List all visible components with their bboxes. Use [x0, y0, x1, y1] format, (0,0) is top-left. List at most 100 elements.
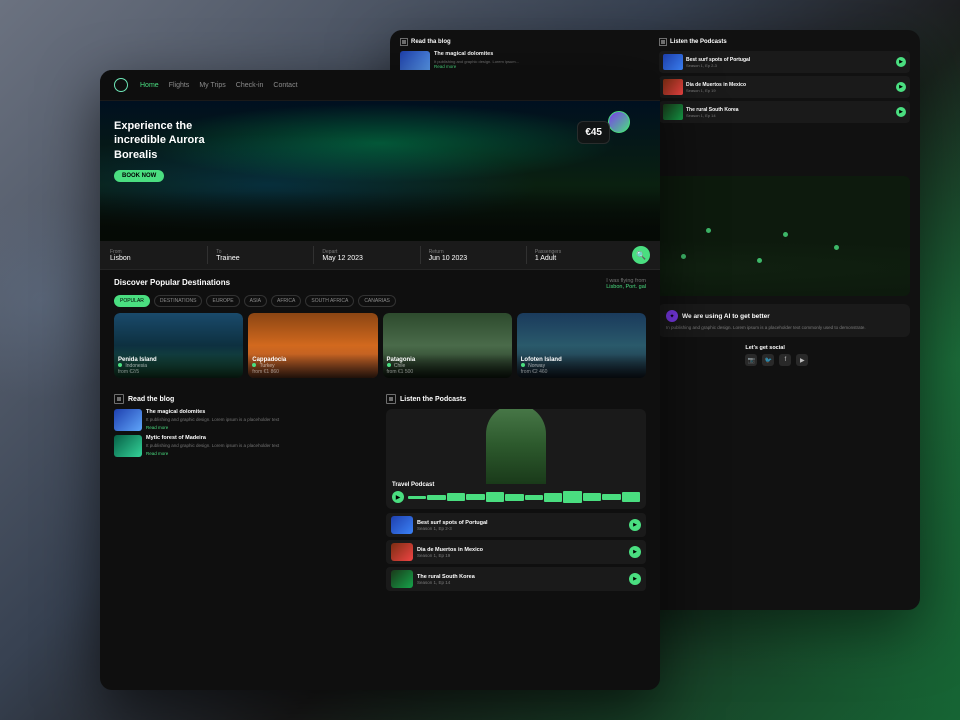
back-blog-read-more-1[interactable]: Read more [434, 64, 651, 69]
dest-card-lofoten[interactable]: Lofoten Island Norway from €2 460 [517, 313, 646, 378]
filter-asia[interactable]: ASIA [244, 295, 267, 307]
dest-card-patagonia[interactable]: Patagonia Chile from €1 500 [383, 313, 512, 378]
blog-section-header: Read the blog [114, 394, 374, 404]
search-field-pax: Passengers 1 Adult [535, 249, 624, 262]
podcast-waveform: ▶ [392, 491, 640, 503]
footer-social-title: Let's get social [745, 345, 910, 351]
map-dot-4 [783, 232, 788, 237]
back-podcast-play-btn-1[interactable]: ▶ [896, 57, 906, 67]
nav-link-contact[interactable]: Contact [273, 82, 297, 89]
front-card: Home Flights My Trips Check-in Contact E… [100, 70, 660, 690]
podcast-info-1: Best surf spots of Portugal Season 1, Ep… [417, 520, 625, 531]
hero-mountains [100, 191, 660, 241]
wave-bar-2 [427, 495, 445, 500]
blog-post-meta-2: It publishing and graphic design. Lorem … [146, 443, 374, 449]
wave-bar-12 [622, 492, 640, 502]
destinations-header: Discover Popular Destinations I was flyi… [114, 278, 646, 290]
return-value[interactable]: Jun 10 2023 [429, 255, 518, 262]
filter-destinations[interactable]: DESTINATIONS [154, 295, 203, 307]
back-podcast-ep-1: Season 1, Ep 2-3 [686, 63, 893, 68]
from-value[interactable]: Lisbon [110, 255, 199, 262]
back-podcast-item-1: Best surf spots of Portugal Season 1, Ep… [659, 51, 910, 73]
filter-south-africa[interactable]: SOUTH AFRICA [305, 295, 354, 307]
back-podcast-thumb-1 [663, 54, 683, 70]
back-podcast-ep-2: Season 1, Ep 19 [686, 88, 893, 93]
wave-bar-3 [447, 493, 465, 501]
hero-title: Experience the incredible Aurora Boreali… [114, 119, 224, 162]
nav-link-my-trips[interactable]: My Trips [199, 82, 225, 89]
podcast-play-button[interactable]: ▶ [392, 491, 404, 503]
wave-bar-9 [563, 491, 581, 503]
bottom-sections: Read the blog The magical dolomites It p… [100, 386, 660, 602]
blog-icon-inner [117, 397, 121, 401]
podcast-play-btn-1[interactable]: ▶ [629, 519, 641, 531]
filter-europe[interactable]: EUROPE [206, 295, 239, 307]
podcast-icon-inner [389, 397, 393, 401]
blog-post-title-2: Mytic forest of Madeira [146, 435, 374, 442]
search-field-return: Return Jun 10 2023 [429, 249, 518, 262]
book-now-button[interactable]: BOOK NOW [114, 170, 164, 182]
wave-bar-8 [544, 493, 562, 502]
podcast-item-2: Dia de Muertos in Mexico Season 1, Ep 19… [386, 540, 646, 564]
facebook-icon[interactable]: f [779, 354, 791, 366]
podcast-play-btn-2[interactable]: ▶ [629, 546, 641, 558]
podcast-item-3: The rural South Korea Season 1, Ep 14 ▶ [386, 567, 646, 591]
dest-dot-penida [118, 363, 122, 367]
blog-read-more-1[interactable]: Read more [146, 425, 374, 430]
dest-card-cappadocia[interactable]: Cappadocia Turkey from €1 860 [248, 313, 377, 378]
podcast-face-inner [486, 409, 546, 484]
back-podcast-header: Listen the Podcasts [659, 38, 910, 46]
dest-card-info-cappadocia: Cappadocia Turkey from €1 860 [248, 354, 377, 378]
back-blog-post-title-1: The magical dolomites [434, 51, 651, 58]
blog-item-1: The magical dolomites It publishing and … [114, 409, 374, 431]
back-podcast-icon-inner [661, 40, 665, 44]
dest-dot-cappadocia [252, 363, 256, 367]
filter-canarias[interactable]: CANARIAS [358, 295, 396, 307]
info-card-title-2: We are using AI to get better [682, 313, 770, 320]
podcast-thumb-3 [391, 570, 413, 588]
back-podcast-play-btn-2[interactable]: ▶ [896, 82, 906, 92]
dest-card-info-penida: Penida Island Indonesia from €2/5 [114, 354, 243, 378]
podcast-face-image [486, 409, 546, 484]
map-dot-5 [834, 245, 839, 250]
podcast-player-title: Travel Podcast [392, 482, 640, 488]
flying-from-location: Lisbon, Port. gal [606, 284, 646, 290]
podcast-play-btn-3[interactable]: ▶ [629, 573, 641, 585]
dest-card-info-lofoten: Lofoten Island Norway from €2 460 [517, 354, 646, 378]
podcast-ep-1: Season 1, Ep 2-3 [417, 526, 625, 531]
to-value[interactable]: Trainee [216, 255, 305, 262]
back-podcast-info-2: Dia de Muertos in Mexico Season 1, Ep 19 [686, 82, 893, 93]
blog-read-more-2[interactable]: Read more [146, 451, 374, 456]
search-field-depart: Depart May 12 2023 [322, 249, 411, 262]
search-button[interactable]: 🔍 [632, 246, 650, 264]
destinations-section: Discover Popular Destinations I was flyi… [100, 270, 660, 386]
nav-link-flights[interactable]: Flights [169, 82, 190, 89]
map-dot-3 [681, 254, 686, 259]
depart-value[interactable]: May 12 2023 [322, 255, 411, 262]
youtube-icon[interactable]: ▶ [796, 354, 808, 366]
logo-icon [114, 78, 128, 92]
filter-popular[interactable]: POPULAR [114, 295, 150, 307]
back-play-icon-3: ▶ [899, 109, 903, 115]
dest-price-cappadocia: from €1 860 [252, 369, 373, 375]
destination-filters: POPULAR DESTINATIONS EUROPE ASIA AFRICA … [114, 295, 646, 307]
back-podcast-play-btn-3[interactable]: ▶ [896, 107, 906, 117]
play-icon: ▶ [396, 494, 401, 501]
dest-card-penida[interactable]: Penida Island Indonesia from €2/5 [114, 313, 243, 378]
hero-price: €45 [585, 127, 602, 138]
info-card-ai: ✦ We are using AI to get better In publi… [658, 304, 910, 337]
dest-card-info-patagonia: Patagonia Chile from €1 500 [383, 354, 512, 378]
twitter-icon[interactable]: 🐦 [762, 354, 774, 366]
back-podcast-icon [659, 38, 667, 46]
back-podcast-thumb-2 [663, 79, 683, 95]
pax-value[interactable]: 1 Adult [535, 255, 624, 262]
nav-link-home[interactable]: Home [140, 82, 159, 89]
map-dot-6 [757, 258, 762, 263]
filter-africa[interactable]: AFRICA [271, 295, 301, 307]
back-blog-icon-inner [402, 40, 406, 44]
footer-social-col: Let's get social 📷 🐦 f ▶ [745, 345, 910, 389]
nav-link-check-in[interactable]: Check-in [236, 82, 264, 89]
back-podcast-title: Listen the Podcasts [670, 39, 727, 45]
blog-thumb-1 [114, 409, 142, 431]
instagram-icon[interactable]: 📷 [745, 354, 757, 366]
